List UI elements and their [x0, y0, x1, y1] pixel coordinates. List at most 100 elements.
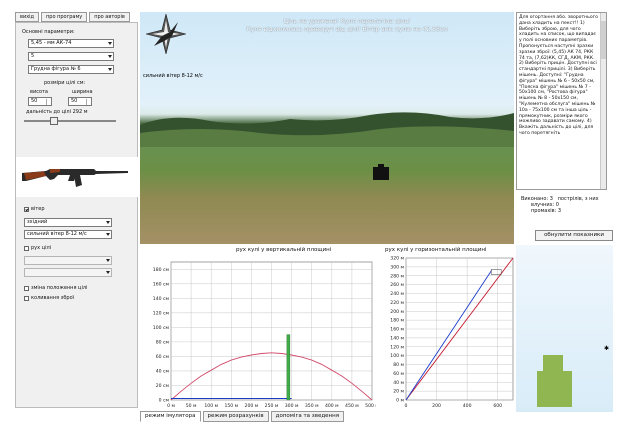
y-tick-label: 180 м	[390, 318, 404, 324]
hit-message: Ціль не уражена! Куля перелетіла ціль! К…	[190, 18, 504, 34]
y-tick-label: 60 м	[393, 371, 404, 377]
x-tick-label: 600	[493, 403, 502, 409]
app-window: вихід про програму про авторів Основні п…	[0, 0, 618, 423]
wind-type-select[interactable]: зхідний	[24, 218, 112, 227]
x-tick-label: 300 м	[285, 403, 299, 409]
x-tick-label: 400 м	[325, 403, 339, 409]
y-tick-label: 40 м	[393, 380, 404, 386]
y-tick-label: 120 м	[390, 344, 404, 350]
motion-direction-select[interactable]	[24, 256, 112, 265]
slider-thumb[interactable]	[50, 117, 58, 125]
x-tick-label: 150 м	[224, 403, 238, 409]
y-tick-label: 300 м	[390, 264, 404, 270]
y-tick-label: 160 м	[390, 327, 404, 333]
y-tick-label: 20 м	[393, 389, 404, 395]
x-tick-label: 350 м	[305, 403, 319, 409]
y-tick-label: 0 м	[396, 398, 404, 404]
shooting-scene[interactable]: Ціль не уражена! Куля перелетіла ціль! К…	[140, 12, 514, 244]
treeline-hills	[140, 112, 514, 147]
mode-tabs: режим імулятора режим розрахунків допомі…	[140, 411, 345, 422]
y-tick-label: 260 м	[390, 282, 404, 288]
y-tick-label: 200 м	[390, 309, 404, 315]
y-tick-label: 80 м	[393, 362, 404, 368]
y-tick-label: 100 см	[153, 325, 170, 331]
sight-select[interactable]: 5	[28, 52, 114, 61]
y-tick-label: 140 см	[153, 296, 170, 302]
x-tick-label: 400	[463, 403, 472, 409]
tab-simulator[interactable]: режим імулятора	[140, 411, 201, 422]
scrollbar[interactable]	[600, 13, 606, 189]
y-tick-label: 0 см	[159, 398, 170, 404]
params-label: Основні параметри:	[22, 29, 75, 35]
motion-checkbox[interactable]: рух цілі	[24, 245, 51, 251]
weapon-select[interactable]: 5,45 - мм АК-74	[28, 39, 114, 48]
spin-arrows-icon[interactable]	[46, 99, 50, 105]
chevron-down-icon	[106, 221, 110, 224]
hit-message-line1: Ціль не уражена! Куля перелетіла ціль!	[283, 18, 411, 25]
y-tick-label: 100 м	[390, 353, 404, 359]
x-tick-label: 450 м	[345, 403, 359, 409]
wind-check-label: вітер	[31, 206, 45, 212]
misses-count: промахів: 3	[531, 208, 562, 214]
scrollbar-thumb[interactable]	[601, 21, 606, 59]
y-tick-label: 60 см	[156, 354, 170, 360]
position-change-checkbox[interactable]: зміна положення цілі	[24, 285, 87, 291]
x-tick-label: 50 м	[186, 403, 197, 409]
reset-stats-button[interactable]: обнулити показники	[535, 230, 613, 241]
tab-help[interactable]: допоміга та зведення	[270, 411, 345, 422]
weapon-sway-checkbox[interactable]: коливання зброї	[24, 295, 74, 301]
target-head-shape	[543, 355, 563, 371]
chevron-down-icon	[108, 68, 112, 71]
weapon-value: 5,45 - мм АК-74	[31, 40, 72, 46]
x-tick-label: 0	[405, 403, 408, 409]
menu-exit[interactable]: вихід	[15, 12, 40, 22]
y-tick-label: 140 м	[390, 335, 404, 341]
motion-speed-select[interactable]	[24, 268, 112, 277]
vertical-chart: 0 см 20 см 40 см 60 см 80 см 100 см 120 см 140 …	[140, 254, 379, 411]
wind-checkbox[interactable]: вітер	[24, 206, 45, 212]
menu-about-authors[interactable]: про авторів	[89, 12, 130, 22]
wind-indicator: сильний вітер 8-12 м/с	[143, 73, 203, 79]
x-tick-label: 500 м	[365, 403, 376, 409]
menu-about-program[interactable]: про програму	[41, 12, 88, 22]
y-tick-label: 40 см	[156, 368, 170, 374]
height-value: 50	[31, 98, 38, 104]
horizontal-chart: 0 м 20 м 40 м 60 м 80 м 100 м 120 м 140 м 160 м 1…	[376, 254, 516, 411]
y-tick-label: 120 см	[153, 310, 170, 316]
bullet-mark-icon: ✱	[604, 345, 610, 352]
x-tick-label: 200 м	[245, 403, 259, 409]
sight-value: 5	[31, 53, 35, 59]
distance-slider[interactable]	[24, 117, 116, 125]
target-bar	[286, 334, 291, 401]
spin-arrows-icon[interactable]	[86, 99, 90, 105]
height-spinner[interactable]: 50	[28, 97, 52, 106]
height-label: висота	[30, 89, 48, 95]
x-tick-label: 100 м	[204, 403, 218, 409]
wind-strength-select[interactable]: сильний вітер 8-12 м/с	[24, 230, 112, 239]
width-value: 50	[71, 98, 78, 104]
y-tick-label: 80 см	[156, 339, 170, 345]
x-tick-label: 200	[432, 403, 441, 409]
y-tick-label: 280 м	[390, 273, 404, 279]
motion-check-label: рух цілі	[31, 245, 52, 251]
target-view: ✱	[516, 245, 613, 412]
target-select[interactable]: Грудна фігура № 6	[28, 65, 114, 74]
slider-track	[24, 120, 116, 122]
y-tick-label: 20 см	[156, 383, 170, 389]
y-tick-label: 320 м	[390, 256, 404, 262]
width-spinner[interactable]: 50	[68, 97, 92, 106]
left-panel: Основні параметри: 5,45 - мм АК-74 5 Гру…	[15, 22, 138, 408]
vertical-chart-title: рух кулі у вертикальній площині	[236, 247, 332, 253]
position-change-label: зміна положення цілі	[31, 285, 88, 291]
chevron-down-icon	[108, 42, 112, 45]
tab-calculations[interactable]: режим розрахунків	[202, 411, 269, 422]
y-tick-label: 160 см	[153, 281, 170, 287]
instructions-body: Для огортання або. зворотнього дана хлад…	[519, 15, 598, 136]
chevron-down-icon	[108, 55, 112, 58]
target-size-label: розміри цілі см:	[44, 80, 86, 86]
shots-label: пострілів, з них	[557, 196, 599, 202]
top-menu: вихід про програму про авторів	[15, 12, 130, 22]
chevron-down-icon	[106, 233, 110, 236]
instructions-text[interactable]: Для огортання або. зворотнього дана хлад…	[516, 12, 607, 190]
wind-type-value: зхідний	[27, 219, 48, 225]
